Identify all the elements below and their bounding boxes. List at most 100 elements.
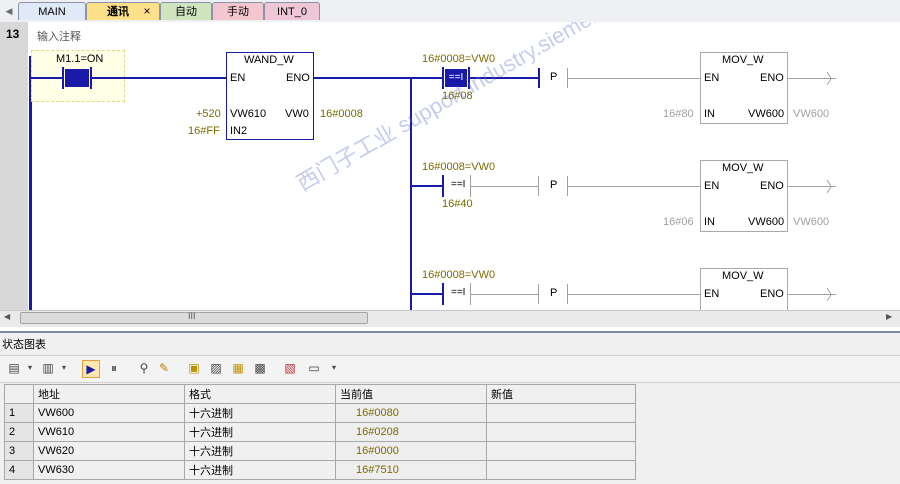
compare-bar-left [442, 175, 444, 197]
scroll-right-arrow-icon[interactable]: ▶ [886, 312, 892, 321]
current-value-cell: 16#0000 [335, 441, 487, 461]
format-cell[interactable]: 十六进制 [184, 460, 336, 480]
mov-in-1: IN [704, 108, 715, 120]
trend-chart-icon[interactable]: ▧ [282, 360, 298, 376]
address-cell[interactable]: VW610 [33, 422, 185, 442]
address-cell[interactable]: VW600 [33, 403, 185, 423]
address-cell[interactable]: VW620 [33, 441, 185, 461]
mov-out-value-1: VW600 [793, 108, 830, 120]
new-value-cell[interactable] [486, 441, 636, 461]
mov-out-1: VW600 [748, 108, 785, 120]
wand-out: VW0 [285, 108, 309, 120]
table-row[interactable]: 1 VW600 十六进制 16#0080 [4, 403, 636, 423]
contact-bar-left [62, 67, 64, 89]
compare-label-2: 16#0008=VW0 [422, 161, 496, 173]
scroll-left-arrow-icon[interactable]: ◀ [4, 312, 10, 321]
row-number[interactable]: 2 [4, 422, 34, 442]
network-number: 13 [6, 27, 20, 41]
pencil-icon[interactable]: ✎ [156, 360, 172, 376]
wand-in2: IN2 [230, 125, 248, 137]
column-header: 地址 [33, 384, 185, 404]
ladder-editor[interactable]: 13 输入注释 M1.1=ON WAND_W EN ENO VW610 IN2 … [0, 22, 900, 310]
compare-contact-2[interactable]: ==I [451, 179, 465, 190]
wire-segment [92, 77, 226, 79]
mov-in-2: IN [704, 216, 715, 228]
wand-eno: ENO [286, 72, 310, 84]
tag-icon[interactable]: ▭ [306, 360, 322, 376]
address-cell[interactable]: VW630 [33, 460, 185, 480]
row-number[interactable]: 3 [4, 441, 34, 461]
compare-const-2: 16#40 [442, 198, 473, 210]
tab-manual[interactable]: 手动 [212, 2, 264, 20]
coil-arrow-icon: 〉 [826, 71, 840, 87]
format-cell[interactable]: 十六进制 [184, 403, 336, 423]
wand-title: WAND_W [244, 54, 294, 66]
mov-in-value-1: 16#80 [663, 108, 694, 120]
row-number[interactable]: 4 [4, 460, 34, 480]
mov-title-3: MOV_W [722, 270, 764, 282]
wand-in1-value: +520 [196, 108, 221, 120]
force-icon[interactable]: ▦ [230, 360, 246, 376]
p-contact-1[interactable]: P [550, 71, 557, 83]
wand-out-value: 16#0008 [320, 108, 363, 120]
insert-row-icon[interactable]: ▤ [6, 360, 22, 376]
p-bar-left [538, 176, 539, 196]
format-cell[interactable]: 十六进制 [184, 441, 336, 461]
table-row[interactable]: 4 VW630 十六进制 16#7510 [4, 460, 636, 480]
read-forced-icon[interactable]: ▩ [252, 360, 268, 376]
chart-status-icon[interactable]: ▶ [82, 360, 100, 378]
contact-m11[interactable] [65, 69, 89, 87]
mov-eno-1: ENO [760, 72, 784, 84]
wire-segment [314, 77, 442, 79]
wire-segment [471, 186, 538, 187]
wand-in2-value: 16#FF [188, 125, 220, 137]
read-icon[interactable]: ⚲ [136, 360, 152, 376]
chevron-down-icon[interactable]: ▾ [22, 360, 38, 376]
wire-segment [471, 294, 538, 295]
lock-icon[interactable]: ▣ [186, 360, 202, 376]
wire-segment [568, 78, 700, 79]
current-value-cell: 16#0208 [335, 422, 487, 442]
scroll-grip-icon: III [188, 311, 196, 321]
pause-icon[interactable]: ⏸ [106, 360, 122, 376]
wand-in1: VW610 [230, 108, 267, 120]
status-chart-table[interactable]: 地址 格式 当前值 新值 1 VW600 十六进制 16#0080 2 VW61… [4, 384, 636, 480]
tab-auto[interactable]: 自动 [160, 2, 212, 20]
mov-out-2: VW600 [748, 216, 785, 228]
wire-segment [31, 77, 63, 79]
column-header: 新值 [486, 384, 636, 404]
new-value-cell[interactable] [486, 403, 636, 423]
chevron-down-icon[interactable]: ▾ [326, 360, 342, 376]
status-chart-toolbar [0, 355, 900, 383]
unlock-icon[interactable]: ▨ [208, 360, 224, 376]
mov-en-3: EN [704, 288, 720, 300]
p-bar-left [538, 68, 540, 88]
new-value-cell[interactable] [486, 422, 636, 442]
row-number[interactable]: 1 [4, 403, 34, 423]
compare-contact-3[interactable]: ==I [451, 287, 465, 298]
close-tab-icon[interactable]: × [140, 2, 154, 20]
chevron-down-icon[interactable]: ▾ [56, 360, 72, 376]
table-row[interactable]: 2 VW610 十六进制 16#0208 [4, 422, 636, 442]
wire-segment [411, 185, 442, 187]
compare-bar-left [442, 283, 444, 305]
delete-row-icon[interactable]: ▥ [40, 360, 56, 376]
table-row[interactable]: 3 VW620 十六进制 16#0000 [4, 441, 636, 461]
wire-segment [568, 186, 700, 187]
mov-title-2: MOV_W [722, 162, 764, 174]
coil-arrow-icon: 〉 [826, 179, 840, 195]
new-value-cell[interactable] [486, 460, 636, 480]
network-comment[interactable]: 输入注释 [37, 28, 81, 44]
compare-label-3: 16#0008=VW0 [422, 269, 496, 281]
p-contact-3[interactable]: P [550, 287, 557, 299]
format-cell[interactable]: 十六进制 [184, 422, 336, 442]
table-header-row: 地址 格式 当前值 新值 [4, 384, 636, 404]
column-header: 格式 [184, 384, 336, 404]
wire-segment [411, 293, 442, 295]
p-contact-2[interactable]: P [550, 179, 557, 191]
tab-scroll-left-icon[interactable]: ◀ [2, 2, 16, 20]
tab-main[interactable]: MAIN [18, 2, 86, 20]
wand-en: EN [230, 72, 246, 84]
tab-int0[interactable]: INT_0 [264, 2, 320, 20]
mov-out-value-2: VW600 [793, 216, 830, 228]
